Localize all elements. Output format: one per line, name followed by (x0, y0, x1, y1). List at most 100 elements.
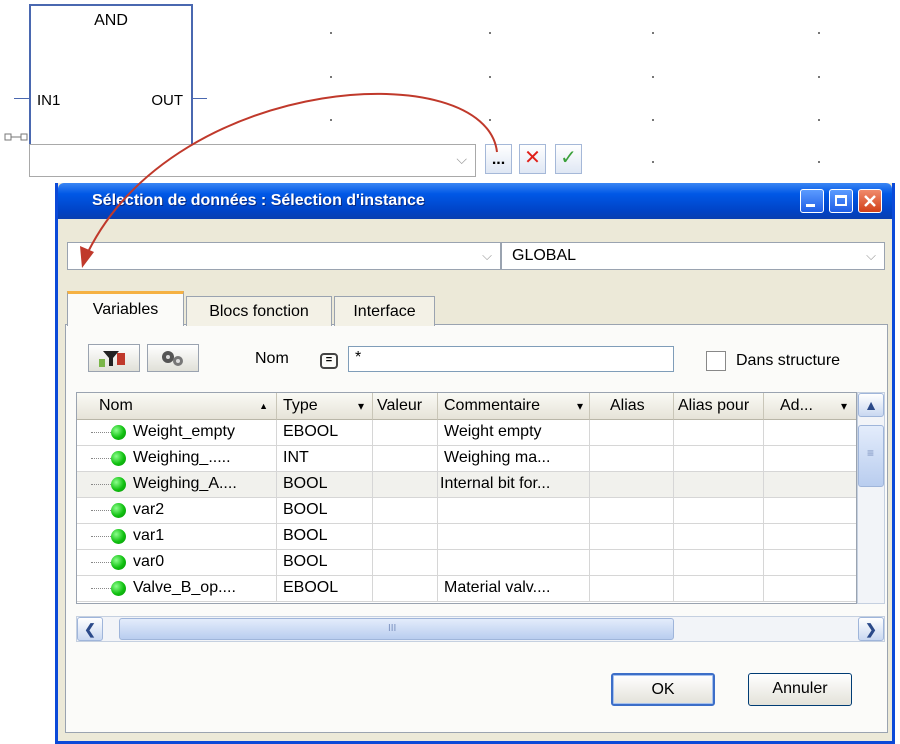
variable-name: var1 (133, 527, 165, 544)
cell-alias-of (674, 550, 764, 575)
scroll-right-icon[interactable]: ❯ (858, 617, 884, 641)
maximize-icon[interactable] (829, 189, 853, 213)
sort-ascending-icon: ▲ (259, 401, 268, 411)
filter-button[interactable] (88, 344, 140, 372)
variable-name: Weight_empty (133, 423, 235, 440)
variable-name: Valve_B_op.... (133, 579, 236, 596)
cell-alias (590, 446, 674, 471)
tree-connector (91, 484, 111, 485)
tree-connector (91, 510, 111, 511)
cell-comment: Weight empty (438, 420, 590, 445)
tree-connector (91, 588, 111, 589)
status-dot-icon (111, 555, 126, 570)
column-header-type[interactable]: Type ▾ (277, 393, 373, 420)
cell-alias (590, 576, 674, 601)
variables-table: Nom ▲ Type ▾ Valeur Commentaire ▾ Alias … (76, 392, 857, 604)
column-header-name[interactable]: Nom ▲ (77, 393, 277, 420)
chevron-down-icon[interactable]: ⌵ (456, 151, 467, 168)
settings-gears-icon (162, 351, 183, 366)
cancel-edit-icon[interactable]: ✕ (519, 144, 546, 174)
ok-button[interactable]: OK (611, 673, 715, 706)
cell-type: BOOL (277, 472, 373, 497)
table-row[interactable]: var1 BOOL (77, 524, 856, 550)
column-header-value[interactable]: Valeur (373, 393, 438, 420)
cell-value (373, 524, 438, 549)
horizontal-scroll-thumb[interactable]: III (119, 618, 674, 640)
scroll-left-icon[interactable]: ❮ (77, 617, 103, 641)
name-filter-input[interactable]: * (348, 346, 674, 372)
variable-name: Weighing_A.... (133, 475, 237, 492)
status-dot-icon (111, 529, 126, 544)
vertical-scroll-thumb[interactable]: ≡ (858, 425, 884, 487)
cell-name: Weighing_..... (77, 446, 277, 471)
cell-address (764, 472, 856, 497)
tree-connector (91, 536, 111, 537)
tab-interface[interactable]: Interface (334, 296, 435, 326)
filter-settings-button[interactable] (147, 344, 199, 372)
cell-name: Valve_B_op.... (77, 576, 277, 601)
table-row[interactable]: Weight_empty EBOOL Weight empty (77, 420, 856, 446)
chevron-down-icon[interactable]: ⌵ (482, 248, 492, 264)
cell-address (764, 420, 856, 445)
table-row[interactable]: Weighing_..... INT Weighing ma... (77, 446, 856, 472)
tree-connector (91, 458, 111, 459)
in-structure-label: Dans structure (736, 352, 841, 369)
scope-combo[interactable]: ⌵ (67, 242, 501, 270)
cell-value (373, 498, 438, 523)
chevron-down-icon[interactable]: ▾ (577, 393, 583, 419)
variable-name: Weighing_..... (133, 449, 231, 466)
cancel-button[interactable]: Annuler (748, 673, 852, 706)
tab-function-blocks[interactable]: Blocs fonction (186, 296, 332, 326)
and-function-block[interactable]: AND IN1 OUT (29, 4, 193, 147)
tab-variables[interactable]: Variables (67, 291, 184, 326)
scroll-grip-icon: ≡ (867, 446, 875, 460)
cell-address (764, 524, 856, 549)
status-dot-icon (111, 477, 126, 492)
global-combo[interactable]: GLOBAL ⌵ (501, 242, 885, 270)
cell-address (764, 576, 856, 601)
cell-address (764, 550, 856, 575)
vertical-scrollbar[interactable]: ▲ ≡ (857, 392, 885, 604)
cell-name: Weight_empty (77, 420, 277, 445)
variable-name: var2 (133, 501, 165, 518)
minimize-icon[interactable] (800, 189, 824, 213)
cell-name: var2 (77, 498, 277, 523)
cell-type: BOOL (277, 498, 373, 523)
chevron-down-icon[interactable]: ▾ (358, 393, 364, 419)
column-header-label: Ad... (780, 397, 813, 414)
in-structure-checkbox[interactable] (706, 351, 726, 371)
link-handle-icon[interactable] (4, 132, 32, 144)
chevron-down-icon[interactable]: ⌵ (866, 248, 876, 264)
cell-alias (590, 498, 674, 523)
data-selection-dialog: Sélection de données : Sélection d'insta… (55, 183, 895, 744)
close-icon[interactable] (858, 189, 882, 213)
cell-alias-of (674, 524, 764, 549)
table-row[interactable]: var0 BOOL (77, 550, 856, 576)
cell-value (373, 550, 438, 575)
column-header-comment[interactable]: Commentaire ▾ (438, 393, 590, 420)
cell-type: INT (277, 446, 373, 471)
pin-variable-input[interactable]: ⌵ (29, 144, 476, 177)
input-pin-in1[interactable]: IN1 (37, 92, 60, 109)
column-header-alias[interactable]: Alias (590, 393, 674, 420)
output-pin-line (193, 98, 207, 99)
chevron-down-icon[interactable]: ▾ (841, 393, 847, 419)
browse-button[interactable]: ... (485, 144, 512, 174)
cell-address (764, 498, 856, 523)
scroll-grip-icon: III (388, 623, 397, 634)
column-header-label: Nom (99, 397, 133, 414)
equals-icon[interactable]: = (320, 353, 338, 369)
cell-type: EBOOL (277, 576, 373, 601)
dialog-title-bar[interactable]: Sélection de données : Sélection d'insta… (58, 183, 892, 219)
scroll-up-icon[interactable]: ▲ (858, 393, 884, 417)
table-row[interactable]: Valve_B_op.... EBOOL Material valv.... (77, 576, 856, 602)
confirm-edit-icon[interactable]: ✓ (555, 144, 582, 174)
output-pin-out[interactable]: OUT (151, 92, 183, 109)
column-header-address[interactable]: Ad... ▾ (764, 393, 856, 420)
status-dot-icon (111, 451, 126, 466)
table-row[interactable]: var2 BOOL (77, 498, 856, 524)
cell-alias (590, 550, 674, 575)
column-header-alias-of[interactable]: Alias pour (674, 393, 764, 420)
horizontal-scrollbar[interactable]: ❮ III ❯ (76, 616, 885, 642)
table-row[interactable]: Weighing_A.... BOOL Internal bit for... (77, 472, 856, 498)
